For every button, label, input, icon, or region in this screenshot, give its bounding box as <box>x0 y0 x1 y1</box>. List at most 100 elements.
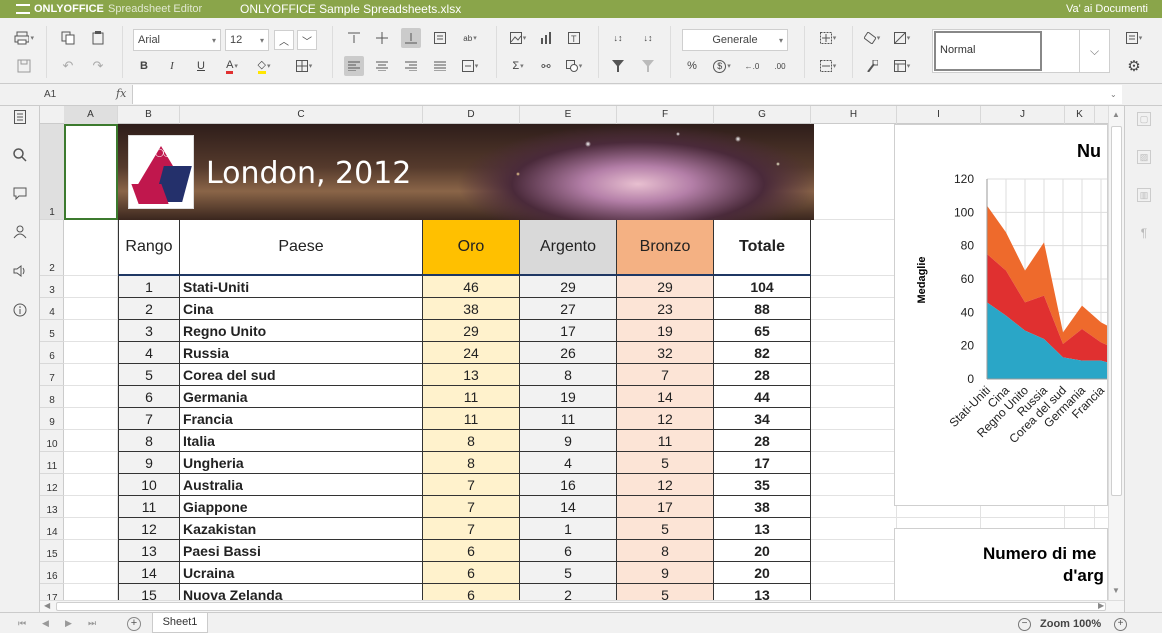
formula-input[interactable] <box>132 85 1122 104</box>
cell-rank[interactable]: 2 <box>118 298 180 320</box>
sort-desc-icon[interactable]: ↓↕ <box>638 28 658 48</box>
align-left-icon[interactable] <box>344 56 364 76</box>
cell-gold[interactable]: 7 <box>423 474 520 496</box>
cell-bronze[interactable]: 32 <box>617 342 714 364</box>
cell-country[interactable]: Francia <box>180 408 423 430</box>
cell-total[interactable]: 28 <box>714 364 811 386</box>
column-header-g[interactable]: G <box>714 106 811 124</box>
cell-gold[interactable]: 7 <box>423 496 520 518</box>
italic-button[interactable]: I <box>162 56 182 76</box>
cell-silver[interactable]: 4 <box>520 452 617 474</box>
info-icon[interactable] <box>11 301 29 319</box>
borders-icon[interactable]: ▾ <box>294 56 314 76</box>
scroll-left-icon[interactable]: ◀ <box>44 601 50 610</box>
cell-bronze[interactable]: 7 <box>617 364 714 386</box>
cell-country[interactable]: Germania <box>180 386 423 408</box>
cell-country[interactable]: Ungheria <box>180 452 423 474</box>
cell-total[interactable]: 34 <box>714 408 811 430</box>
row-header-13[interactable]: 13 <box>40 496 64 518</box>
chart-total-medals[interactable]: Nu 0 20 40 60 80 100 120 Medaglie Stati-Uniti Cina… <box>894 124 1108 506</box>
column-header-c[interactable]: C <box>180 106 423 124</box>
increase-font-button[interactable]: ︿ <box>274 30 294 50</box>
text-orientation-icon[interactable]: ab ▾ <box>460 28 480 48</box>
vertical-scroll-thumb[interactable] <box>1111 126 1122 496</box>
cell-silver[interactable]: 17 <box>520 320 617 342</box>
header-rank[interactable]: Rango <box>118 220 180 276</box>
cell-total[interactable]: 65 <box>714 320 811 342</box>
cell-country[interactable]: Italia <box>180 430 423 452</box>
cell-gold[interactable]: 6 <box>423 584 520 600</box>
cell-bronze[interactable]: 5 <box>617 584 714 600</box>
scroll-down-icon[interactable]: ▼ <box>1112 586 1120 595</box>
cell-bronze[interactable]: 17 <box>617 496 714 518</box>
insert-cells-icon[interactable]: ▾ <box>818 28 838 48</box>
header-total[interactable]: Totale <box>714 220 811 276</box>
cell-bronze[interactable]: 12 <box>617 408 714 430</box>
format-as-table-icon[interactable]: ▾ <box>892 56 912 76</box>
cell-bronze[interactable]: 8 <box>617 540 714 562</box>
file-icon[interactable] <box>11 108 29 126</box>
filter-icon[interactable] <box>608 56 628 76</box>
column-header-a[interactable]: A <box>64 106 118 124</box>
chart-silver-medals[interactable]: Numero di med'arg80 <box>894 528 1108 600</box>
add-sheet-button[interactable]: + <box>127 617 141 631</box>
header-bronze[interactable]: Bronzo <box>617 220 714 276</box>
zoom-level[interactable]: Zoom 100% <box>1040 618 1101 630</box>
cell-country[interactable]: Kazakistan <box>180 518 423 540</box>
cell-country[interactable]: Australia <box>180 474 423 496</box>
cell-country[interactable]: Stati-Uniti <box>180 276 423 298</box>
cell-gold[interactable]: 8 <box>423 430 520 452</box>
row-header-14[interactable]: 14 <box>40 518 64 540</box>
cell-area[interactable]: ◯◯◯ London, 2012 Rango Paese Oro Argento Bro… <box>64 124 1108 600</box>
save-icon[interactable] <box>14 56 34 76</box>
insert-chart-icon[interactable] <box>536 28 556 48</box>
currency-button[interactable]: $ ▾ <box>712 56 732 76</box>
row-header-7[interactable]: 7 <box>40 364 64 386</box>
cell-gold[interactable]: 11 <box>423 386 520 408</box>
cell-gold[interactable]: 8 <box>423 452 520 474</box>
column-header-d[interactable]: D <box>423 106 520 124</box>
function-icon[interactable]: fx <box>116 87 126 100</box>
cell-country[interactable]: Corea del sud <box>180 364 423 386</box>
link-icon[interactable]: ⚯ <box>536 56 556 76</box>
cell-rank[interactable]: 5 <box>118 364 180 386</box>
cell-gold[interactable]: 38 <box>423 298 520 320</box>
print-icon[interactable]: ▾ <box>14 28 34 48</box>
cell-gold[interactable]: 11 <box>423 408 520 430</box>
align-top-icon[interactable] <box>344 28 364 48</box>
clear-filter-icon[interactable] <box>638 56 658 76</box>
bold-button[interactable]: B <box>134 56 154 76</box>
column-header-f[interactable]: F <box>617 106 714 124</box>
row-header-5[interactable]: 5 <box>40 320 64 342</box>
cell-silver[interactable]: 8 <box>520 364 617 386</box>
cell-silver[interactable]: 1 <box>520 518 617 540</box>
row-header-6[interactable]: 6 <box>40 342 64 364</box>
cell-total[interactable]: 20 <box>714 562 811 584</box>
merge-cells-icon[interactable]: ▾ <box>460 56 480 76</box>
font-color-icon[interactable]: A ▾ <box>222 56 242 76</box>
cell-total[interactable]: 38 <box>714 496 811 518</box>
fill-color-icon[interactable]: ◇ ▾ <box>254 56 274 76</box>
cell-gold[interactable]: 7 <box>423 518 520 540</box>
scroll-right-icon[interactable]: ▶ <box>1098 601 1104 610</box>
cell-country[interactable]: Russia <box>180 342 423 364</box>
cell-silver[interactable]: 16 <box>520 474 617 496</box>
cell-bronze[interactable]: 23 <box>617 298 714 320</box>
sort-asc-icon[interactable]: ↓↕ <box>608 28 628 48</box>
cell-gold[interactable]: 46 <box>423 276 520 298</box>
cell-name-box[interactable]: A1 <box>40 86 108 104</box>
number-format-select[interactable]: Generale ▾ <box>682 29 788 51</box>
cell-rank[interactable]: 11 <box>118 496 180 518</box>
cell-gold[interactable]: 13 <box>423 364 520 386</box>
paragraph-settings-icon[interactable]: ¶ <box>1137 226 1151 240</box>
cell-silver[interactable]: 11 <box>520 408 617 430</box>
insert-textbox-icon[interactable]: T <box>564 28 584 48</box>
cell-country[interactable]: Giappone <box>180 496 423 518</box>
cell-total[interactable]: 28 <box>714 430 811 452</box>
insert-image-icon[interactable]: ▾ <box>508 28 528 48</box>
cell-rank[interactable]: 4 <box>118 342 180 364</box>
delete-cells-icon[interactable]: ▾ <box>818 56 838 76</box>
cell-gold[interactable]: 24 <box>423 342 520 364</box>
percent-button[interactable]: % <box>682 56 702 76</box>
column-header-k[interactable]: K <box>1065 106 1095 124</box>
